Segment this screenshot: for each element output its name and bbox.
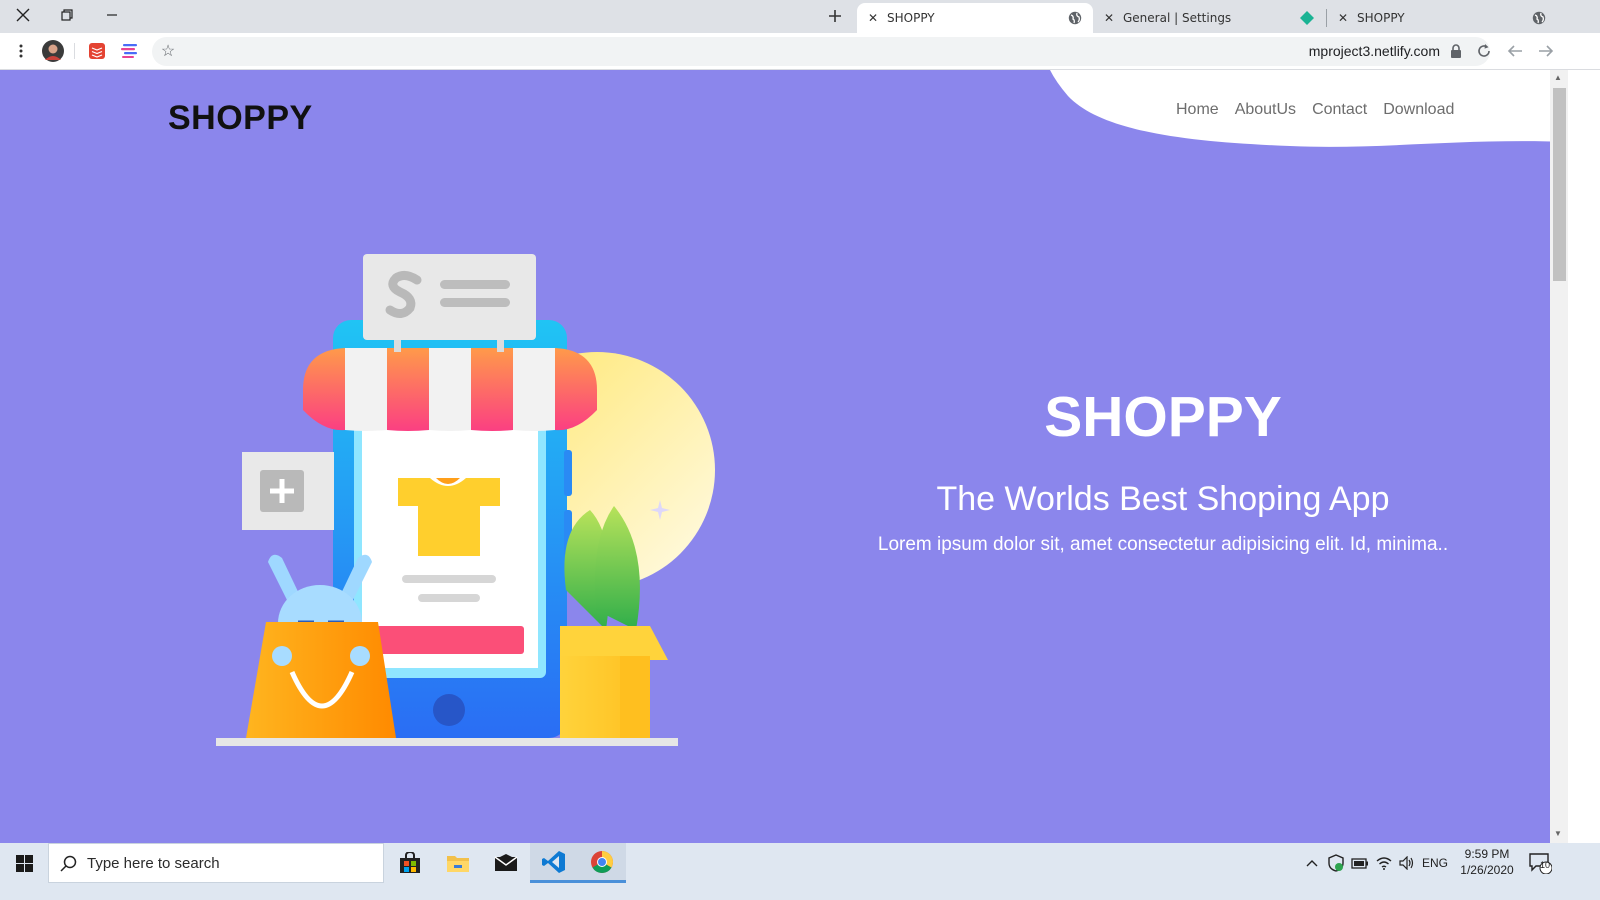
clock[interactable]: 9:59 PM 1/26/2020 [1455, 846, 1519, 878]
clock-date: 1/26/2020 [1460, 863, 1514, 877]
tab-close-icon[interactable]: ✕ [865, 11, 881, 25]
chevron-up-icon[interactable] [1301, 843, 1323, 883]
search-placeholder: Type here to search [87, 855, 220, 872]
tab-shoppy[interactable]: ✕ SHOPPY [1327, 3, 1557, 33]
back-button[interactable] [1501, 37, 1529, 65]
toolbar-divider [74, 43, 75, 59]
hero-subtitle: The Worlds Best Shoping App [936, 480, 1390, 518]
wifi-icon[interactable] [1373, 843, 1395, 883]
forward-arrow-icon [1539, 45, 1554, 57]
reload-button[interactable] [1470, 37, 1498, 65]
url-text: mproject3.netlify.com [1308, 43, 1440, 59]
minimize-window-button[interactable] [89, 0, 135, 30]
search-icon [60, 855, 77, 872]
notification-count: 10 [1540, 860, 1551, 870]
globe-icon [1067, 10, 1083, 26]
file-explorer-icon[interactable] [434, 843, 482, 883]
scrollbar-thumb[interactable] [1553, 88, 1566, 281]
new-tab-button[interactable] [812, 1, 858, 31]
mail-icon[interactable] [482, 843, 530, 883]
hero-text: Lorem ipsum dolor sit, amet consectetur … [877, 534, 1449, 555]
web-page: SHOPPY Home AboutUs Contact Download SHO… [0, 70, 1568, 843]
scroll-up-icon[interactable]: ▲ [1554, 73, 1562, 82]
vscode-icon[interactable] [530, 843, 578, 883]
defender-shield-icon[interactable] [1325, 843, 1347, 883]
start-button[interactable] [0, 843, 48, 883]
back-arrow-icon [1507, 45, 1522, 57]
plus-icon [829, 10, 841, 22]
tab-title: General | Settings [1123, 11, 1232, 25]
tab-general-settings[interactable]: ✕ General | Settings [1093, 3, 1325, 33]
nav-link-aboutus[interactable]: AboutUs [1235, 101, 1296, 119]
lock-icon[interactable] [1450, 44, 1464, 58]
chrome-icon[interactable] [578, 843, 626, 883]
address-bar[interactable]: ☆ mproject3.netlify.com [152, 37, 1490, 66]
shop-illustration [216, 254, 715, 746]
star-icon[interactable]: ☆ [158, 42, 178, 62]
avatar[interactable] [39, 37, 67, 65]
tab-title: SHOPPY [1357, 11, 1405, 25]
nav-link-download[interactable]: Download [1383, 101, 1454, 119]
diamond-icon [1299, 10, 1315, 26]
tab-bar: ✕ SHOPPY ✕ General | Settings ✕ SHOPPY [0, 0, 1600, 33]
hero-title: SHOPPY [1044, 385, 1282, 449]
tab-title: SHOPPY [887, 11, 935, 25]
taskbar-search[interactable]: Type here to search [48, 843, 384, 883]
todoist-icon[interactable] [83, 37, 111, 65]
browser-toolbar: ☆ mproject3.netlify.com [0, 33, 1600, 70]
kebab-menu-icon[interactable] [7, 37, 35, 65]
language-indicator[interactable]: ENG [1420, 843, 1450, 883]
windows-icon [15, 854, 33, 872]
scroll-down-icon[interactable]: ▼ [1554, 829, 1562, 838]
tab-shoppy-active[interactable]: ✕ SHOPPY [857, 3, 1093, 33]
globe-icon [1531, 10, 1547, 26]
store-icon[interactable] [386, 843, 434, 883]
restore-window-button[interactable] [44, 0, 90, 30]
tab-close-icon[interactable]: ✕ [1101, 11, 1117, 25]
tab-close-icon[interactable]: ✕ [1335, 11, 1351, 25]
battery-icon[interactable] [1349, 843, 1371, 883]
minimize-icon [107, 14, 117, 16]
close-icon [16, 8, 30, 22]
forward-button[interactable] [1532, 37, 1560, 65]
restore-icon [61, 9, 73, 21]
reload-icon [1478, 44, 1490, 57]
stack-icon[interactable] [115, 37, 143, 65]
nav-link-contact[interactable]: Contact [1312, 101, 1367, 119]
taskbar: Type here to search ENG 9:59 PM 1/26/202… [0, 843, 1600, 900]
close-window-button[interactable] [0, 0, 46, 30]
clock-time: 9:59 PM [1464, 847, 1510, 861]
volume-icon[interactable] [1396, 843, 1418, 883]
main-nav: Home AboutUs Contact Download [1176, 101, 1454, 119]
nav-link-home[interactable]: Home [1176, 101, 1219, 119]
notification-center-icon[interactable]: 10 [1525, 843, 1555, 883]
